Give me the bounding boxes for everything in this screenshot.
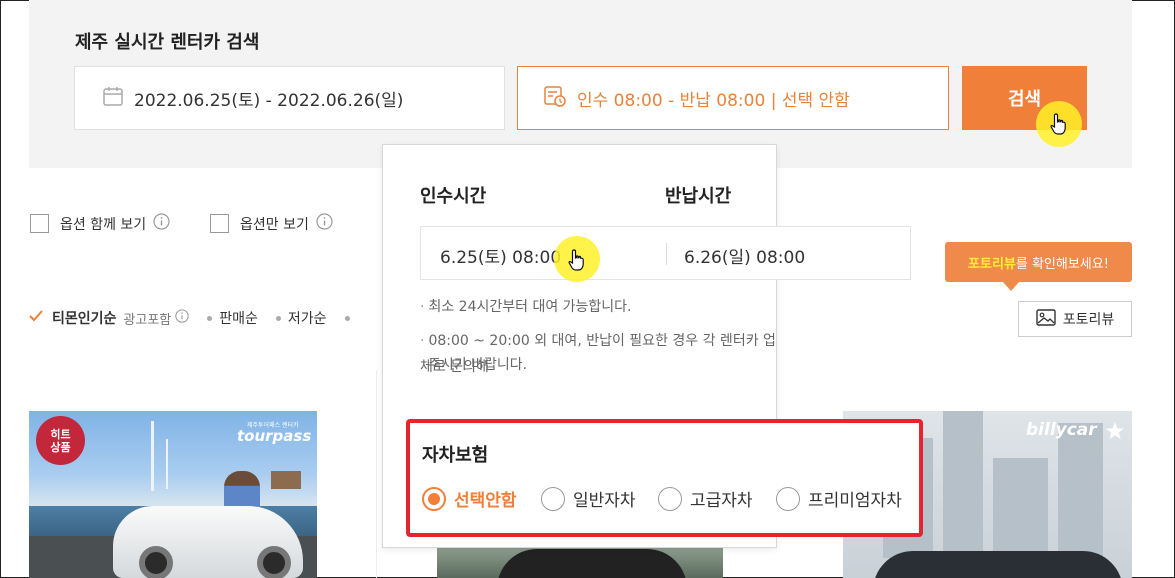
options-only-checkbox[interactable]: 옵션만 보기: [210, 213, 333, 234]
info-icon[interactable]: [316, 213, 333, 234]
time-summary-text: 인수 08:00 - 반납 08:00 | 선택 안함: [577, 90, 850, 111]
checkbox-box[interactable]: [210, 214, 229, 233]
time-separator: [666, 243, 667, 265]
radio-button[interactable]: [541, 486, 565, 511]
wheel: [257, 546, 291, 578]
insurance-option-none[interactable]: 선택안함: [422, 486, 517, 511]
radio-button[interactable]: [422, 486, 446, 511]
building: [1058, 423, 1103, 558]
sort-lowprice[interactable]: 저가순: [275, 308, 327, 328]
grid-divider: [376, 370, 377, 578]
tooltip-highlight: 포토리뷰: [968, 256, 1016, 272]
info-icon[interactable]: [175, 309, 189, 327]
sort-sales[interactable]: 판매순: [207, 308, 258, 328]
radio-button[interactable]: [776, 486, 800, 511]
insurance-option-standard[interactable]: 일반자차: [541, 486, 636, 511]
calendar-icon: [102, 85, 124, 111]
brand-logo: billycar: [1026, 420, 1097, 440]
wheel: [139, 546, 173, 578]
tooltip-tail: [1003, 282, 1019, 291]
sort-more[interactable]: [344, 315, 357, 321]
info-icon[interactable]: [153, 213, 170, 234]
tooltip-text: 를 확인해보세요!: [1015, 256, 1109, 272]
hand-cursor-icon: [568, 249, 586, 275]
car-figure: [497, 549, 687, 578]
sort-popular[interactable]: 티몬인기순: [52, 308, 116, 328]
house: [271, 471, 301, 489]
time-selector: 6.25(토) 08:00 6.26(일) 08:00: [420, 226, 911, 280]
time-insurance-field[interactable]: 인수 08:00 - 반납 08:00 | 선택 안함: [517, 66, 949, 130]
rental-note-2-cont: 주시기 바랍니다.: [428, 357, 528, 373]
pickup-time-label: 인수시간: [420, 186, 487, 207]
checkbox-box[interactable]: [30, 214, 49, 233]
building: [993, 458, 1048, 558]
photo-review-tooltip: 포토리뷰 를 확인해보세요!: [945, 242, 1132, 282]
insurance-section: 자차보험 선택안함 일반자차 고급자차 프리미엄자차: [406, 419, 923, 537]
ad-included-note: 광고포함: [123, 312, 172, 328]
clock-calendar-icon: [543, 84, 567, 112]
hand-cursor-icon: [1050, 113, 1068, 139]
brand-logo: tourpass: [237, 427, 312, 445]
wind-turbine: [151, 421, 154, 491]
image-icon: [1036, 308, 1056, 330]
photo-review-label: 포토리뷰: [1062, 312, 1115, 328]
date-range-text: 2022.06.25(토) - 2022.06.26(일): [134, 90, 404, 111]
search-title: 제주 실시간 렌터카 검색: [75, 32, 260, 53]
insurance-option-premium[interactable]: 고급자차: [658, 486, 753, 511]
with-options-checkbox[interactable]: 옵션 함께 보기: [30, 213, 170, 234]
hit-product-badge: 히트 상품: [36, 416, 85, 465]
return-time-label: 반납시간: [665, 186, 732, 207]
return-time-select[interactable]: 6.26(일) 08:00: [684, 243, 805, 268]
insurance-option-super[interactable]: 프리미엄자차: [776, 486, 902, 511]
date-range-field[interactable]: 2022.06.25(토) - 2022.06.26(일): [74, 66, 505, 130]
wind-turbine: [166, 439, 168, 489]
car-figure: [873, 551, 1123, 578]
radio-button[interactable]: [658, 486, 682, 511]
product-card-image[interactable]: [437, 547, 723, 578]
check-icon: [28, 309, 44, 327]
star-icon: [1105, 421, 1125, 445]
rental-note-1: · 최소 24시간부터 대여 가능합니다.: [420, 299, 632, 315]
with-options-label: 옵션 함께 보기: [60, 216, 147, 233]
insurance-title: 자차보험: [422, 445, 489, 466]
sort-bar: 티몬인기순 광고포함 판매순 저가순: [28, 308, 357, 328]
pickup-time-select[interactable]: 6.25(토) 08:00: [440, 243, 561, 268]
photo-review-button[interactable]: 포토리뷰: [1018, 301, 1132, 337]
building: [943, 411, 983, 558]
options-only-label: 옵션만 보기: [240, 216, 309, 233]
